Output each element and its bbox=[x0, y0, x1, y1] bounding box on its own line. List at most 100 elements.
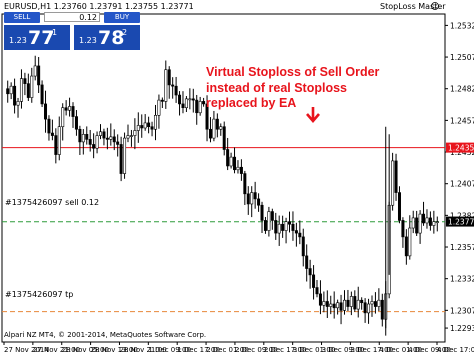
candle-body bbox=[136, 125, 140, 131]
candle-body bbox=[88, 139, 92, 145]
sell-price-tile[interactable]: 1.23 77 1 bbox=[4, 25, 70, 50]
annotation-line-3: replaced by EA bbox=[206, 96, 296, 110]
candle-body bbox=[188, 98, 192, 101]
candle-body bbox=[425, 217, 429, 224]
y-tick-label: 1.24070 bbox=[450, 180, 474, 189]
y-tick-label: 1.22930 bbox=[450, 324, 474, 333]
candle-body bbox=[140, 125, 144, 129]
candle-body bbox=[257, 198, 261, 206]
y-tick-label: 1.24820 bbox=[450, 85, 474, 94]
candle-body bbox=[322, 301, 326, 306]
y-tick-label: 1.23070 bbox=[450, 306, 474, 315]
candle-body bbox=[191, 98, 195, 101]
candle-body bbox=[6, 88, 10, 95]
candle-body bbox=[308, 268, 312, 276]
candle-body bbox=[123, 137, 127, 174]
candle-body bbox=[68, 106, 72, 111]
candle-body bbox=[229, 156, 233, 167]
candle-body bbox=[408, 227, 412, 257]
candle-body bbox=[312, 274, 316, 288]
candle-body bbox=[305, 255, 309, 269]
candle-body bbox=[288, 221, 292, 225]
candle-body bbox=[119, 144, 123, 174]
candle-body bbox=[16, 101, 20, 106]
candle-body bbox=[208, 128, 212, 139]
candle-body bbox=[325, 301, 329, 307]
sell-price-fraction: 1 bbox=[52, 28, 58, 37]
candle-body bbox=[329, 303, 333, 307]
candle-body bbox=[64, 107, 68, 111]
candle-body bbox=[164, 69, 168, 102]
buy-price-pips: 78 bbox=[98, 27, 125, 49]
candle-body bbox=[50, 132, 54, 136]
candle-body bbox=[243, 173, 247, 195]
candle-body bbox=[85, 134, 89, 140]
candle-body bbox=[23, 78, 27, 84]
candle-body bbox=[277, 223, 281, 234]
candle-body bbox=[181, 103, 185, 109]
buy-price-fraction: 2 bbox=[122, 28, 128, 37]
candle-body bbox=[47, 118, 51, 134]
candle-body bbox=[143, 122, 147, 129]
lot-size-input[interactable]: 0.12 bbox=[44, 12, 100, 22]
chart-window: 1.253201.250701.248201.245701.243201.240… bbox=[0, 0, 474, 355]
candle-body bbox=[195, 99, 199, 114]
candle-body bbox=[435, 221, 439, 223]
candle-body bbox=[422, 213, 426, 224]
candle bbox=[123, 132, 127, 179]
candle-body bbox=[26, 83, 30, 98]
chart-background bbox=[0, 0, 474, 355]
candle-body bbox=[291, 223, 295, 231]
candle-body bbox=[99, 131, 103, 136]
candle-body bbox=[54, 135, 58, 155]
annotation-line-2: instead of real Stoploss bbox=[206, 81, 347, 95]
buy-price-tile[interactable]: 1.23 78 2 bbox=[74, 25, 140, 50]
candle-body bbox=[356, 299, 360, 310]
candle-body bbox=[342, 299, 346, 311]
candle-body bbox=[353, 296, 357, 310]
candle-body bbox=[109, 136, 113, 140]
candle-body bbox=[198, 101, 202, 114]
candle-body bbox=[222, 126, 226, 150]
candle-body bbox=[404, 236, 408, 257]
chart-header: EURUSD,H1 1.23760 1.23791 1.23755 1.2377… bbox=[4, 2, 194, 11]
candle-body bbox=[336, 302, 340, 309]
current-price-label: 1.23771 bbox=[448, 218, 474, 227]
candle-body bbox=[112, 136, 116, 143]
candle-body bbox=[367, 303, 371, 314]
candle-body bbox=[81, 134, 85, 143]
candle-body bbox=[105, 137, 109, 140]
candle-body bbox=[274, 220, 278, 234]
candle-body bbox=[397, 192, 401, 221]
candle-body bbox=[260, 204, 264, 221]
buy-button[interactable]: BUY bbox=[104, 12, 140, 23]
candle-body bbox=[360, 299, 364, 304]
candle-body bbox=[315, 287, 319, 295]
candle-body bbox=[370, 301, 374, 305]
candle-body bbox=[116, 141, 120, 145]
price-chart[interactable]: 1.253201.250701.248201.245701.243201.240… bbox=[0, 0, 474, 355]
candle-body bbox=[71, 106, 75, 117]
candle-body bbox=[19, 78, 23, 102]
candle-body bbox=[13, 85, 17, 106]
candle-body bbox=[174, 85, 178, 96]
x-tick-label: 4 Dec 17:00 bbox=[437, 346, 474, 354]
y-tick-label: 1.25320 bbox=[450, 21, 474, 30]
candle-body bbox=[411, 217, 415, 229]
one-click-trading-panel: SELL 0.12 BUY 1.23 77 1 1.23 78 2 bbox=[4, 12, 140, 50]
sell-button[interactable]: SELL bbox=[4, 12, 40, 23]
candle-body bbox=[267, 211, 271, 231]
candle-body bbox=[9, 85, 13, 95]
candle-body bbox=[346, 299, 350, 307]
candle-body bbox=[126, 135, 130, 139]
candle-body bbox=[391, 160, 395, 206]
tp-order-label: #1375426097 tp bbox=[5, 290, 73, 299]
candle-body bbox=[184, 98, 188, 109]
candle-body bbox=[92, 144, 96, 149]
stoploss-price-label: 1.24355 bbox=[448, 144, 474, 153]
candle-body bbox=[373, 301, 377, 307]
candle-body bbox=[233, 156, 237, 171]
candle-body bbox=[102, 131, 106, 139]
candle-body bbox=[239, 166, 243, 174]
candle-body bbox=[394, 160, 398, 193]
